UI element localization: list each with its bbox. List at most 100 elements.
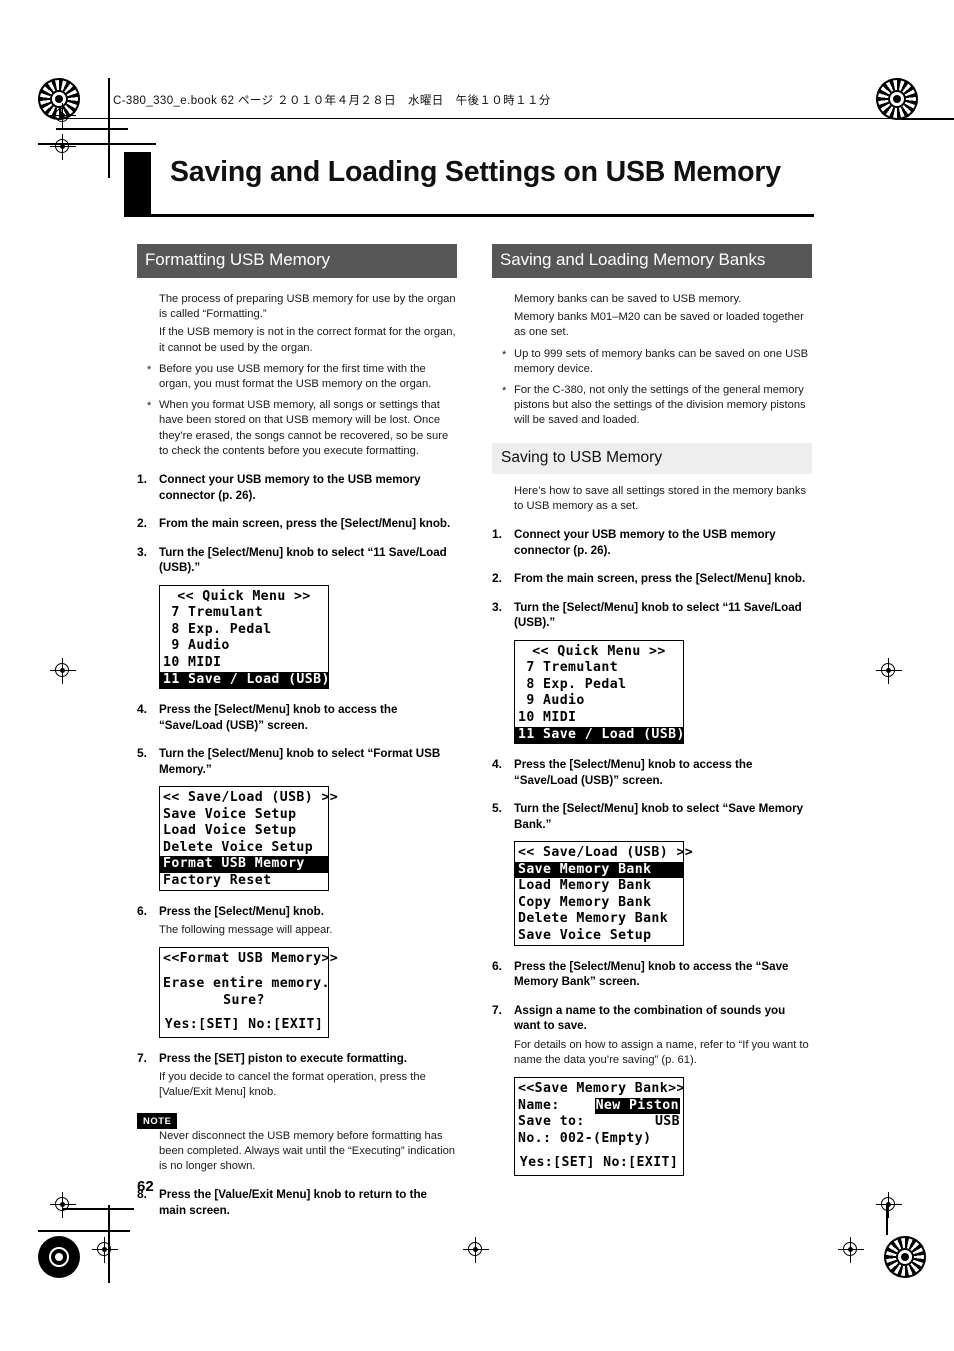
- lcd-title: << Save/Load (USB) >>: [163, 790, 339, 806]
- intro-paragraph: Memory banks M01–M20 can be saved or loa…: [514, 311, 804, 339]
- crop-mark-br-v: [886, 1205, 888, 1235]
- step-text: From the main screen, press the [Select/…: [159, 517, 451, 531]
- step-item: 2. From the main screen, press the [Sele…: [492, 571, 812, 587]
- intro-paragraph: Memory banks can be saved to USB memory.: [514, 293, 742, 305]
- lcd-field-label: Name:: [518, 1097, 560, 1113]
- intro-paragraph: The process of preparing USB memory for …: [159, 293, 456, 321]
- step-item: 5. Turn the [Select/Menu] knob to select…: [137, 746, 457, 777]
- lcd-menu-item-selected: Save Memory Bank: [515, 861, 683, 879]
- lcd-spacer: [515, 1147, 683, 1155]
- step-item: 2. From the main screen, press the [Sele…: [137, 516, 457, 532]
- step-text: Press the [Select/Menu] knob to access t…: [514, 758, 753, 787]
- lcd-menu-item: 8 Exp. Pedal: [163, 621, 272, 637]
- step-subtext: If you decide to cancel the format opera…: [159, 1071, 426, 1099]
- step-number: 7.: [492, 1002, 503, 1017]
- step-text: Connect your USB memory to the USB memor…: [514, 528, 776, 557]
- lcd-menu-item: 7 Tremulant: [163, 605, 264, 621]
- step-item: 8. Press the [Value/Exit Menu] knob to r…: [137, 1187, 457, 1218]
- step-text: Turn the [Select/Menu] knob to select “1…: [514, 600, 802, 630]
- lcd-screen-quick-menu: << Quick Menu >> 7 Tremulant 8 Exp. Peda…: [514, 639, 684, 745]
- lcd-menu-item: Delete Voice Setup: [163, 839, 314, 855]
- lcd-menu-item: Copy Memory Bank: [518, 894, 652, 910]
- lcd-title: << Quick Menu >>: [532, 643, 666, 659]
- crop-block-top-right: [900, 118, 954, 120]
- lcd-menu-item: Save Voice Setup: [163, 806, 297, 822]
- step-item: 4. Press the [Select/Menu] knob to acces…: [492, 757, 812, 788]
- lcd-menu-item: 10 MIDI: [163, 654, 222, 670]
- step-text: Press the [Select/Menu] knob to access t…: [514, 959, 789, 989]
- step-item: 7. Press the [SET] piston to execute for…: [137, 1051, 457, 1101]
- step-number: 6.: [137, 903, 148, 918]
- asterisk-icon: *: [147, 400, 152, 413]
- asterisk-note-text: When you format USB memory, all songs or…: [159, 399, 449, 457]
- step-number: 2.: [137, 516, 148, 531]
- registration-target-top-right: [876, 78, 918, 120]
- asterisk-icon: *: [502, 385, 507, 398]
- page-title: Saving and Loading Settings on USB Memor…: [170, 156, 781, 188]
- asterisk-note-text: Up to 999 sets of memory banks can be sa…: [514, 347, 809, 375]
- step-number: 4.: [137, 702, 148, 717]
- lcd-menu-item-selected: 11 Save / Load (USB): [515, 726, 684, 744]
- asterisk-note-text: For the C-380, not only the settings of …: [514, 384, 806, 427]
- lcd-menu-item: Delete Memory Bank: [518, 911, 669, 927]
- registration-cross-mid-left: [50, 658, 76, 684]
- step-number: 7.: [137, 1050, 148, 1065]
- note-text: Never disconnect the USB memory before f…: [159, 1129, 456, 1173]
- step-number: 2.: [492, 571, 503, 586]
- step-text: Connect your USB memory to the USB memor…: [159, 473, 421, 502]
- lcd-spacer: [160, 968, 328, 976]
- asterisk-note: * When you format USB memory, all songs …: [147, 398, 457, 459]
- step-text: Press the [SET] piston to execute format…: [159, 1051, 408, 1065]
- step-number: 3.: [137, 544, 148, 559]
- book-header-line: C-380_330_e.book 62 ページ ２０１０年４月２８日 水曜日 午…: [113, 95, 551, 107]
- subsection-heading-saving-to-usb: Saving to USB Memory: [492, 442, 812, 474]
- asterisk-icon: *: [147, 363, 152, 376]
- left-column: Formatting USB Memory The process of pre…: [137, 244, 457, 1218]
- lcd-title: <<Format USB Memory>>: [163, 951, 339, 967]
- lcd-prompt: Yes:[SET] No:[EXIT]: [164, 1017, 324, 1033]
- lcd-field-name: Name: New Piston: [515, 1097, 683, 1115]
- lcd-screen-save-load: << Save/Load (USB) >> Save Memory Bank L…: [514, 841, 694, 946]
- lcd-menu-item-selected: 11 Save / Load (USB): [160, 671, 329, 689]
- registration-target-bottom-left: [38, 1236, 80, 1278]
- step-text: Turn the [Select/Menu] knob to select “S…: [514, 802, 804, 831]
- lcd-field-value-selected: New Piston: [594, 1097, 680, 1115]
- note-badge: NOTE: [137, 1112, 178, 1129]
- section-heading-formatting: Formatting USB Memory: [137, 244, 457, 278]
- intro-paragraph: If the USB memory is not in the correct …: [159, 326, 456, 354]
- step-text: Turn the [Select/Menu] knob to select “1…: [159, 545, 447, 575]
- lcd-screen-quick-menu: << Quick Menu >> 7 Tremulant 8 Exp. Peda…: [159, 584, 329, 690]
- section-heading-memory-banks: Saving and Loading Memory Banks: [492, 244, 812, 278]
- step-item: 1. Connect your USB memory to the USB me…: [137, 472, 457, 503]
- step-number: 4.: [492, 757, 503, 772]
- lcd-field-saveto: Save to: USB: [515, 1114, 683, 1131]
- lcd-screen-save-load: << Save/Load (USB) >> Save Voice Setup L…: [159, 786, 339, 891]
- subsection-intro: Here’s how to save all settings stored i…: [514, 484, 807, 512]
- lcd-message-line-1: Erase entire memory.: [163, 975, 330, 991]
- step-subtext: For details on how to assign a name, ref…: [514, 1038, 809, 1066]
- step-number: 6.: [492, 958, 503, 973]
- lcd-message-line-2: Sure?: [223, 992, 265, 1008]
- step-item: 3. Turn the [Select/Menu] knob to select…: [492, 600, 812, 631]
- step-text: Press the [Select/Menu] knob to access t…: [159, 703, 398, 732]
- lcd-field-label: Save to:: [518, 1114, 585, 1130]
- lcd-prompt: Yes:[SET] No:[EXIT]: [519, 1155, 679, 1171]
- step-number: 1.: [137, 472, 148, 487]
- lcd-screen-format-confirm: <<Format USB Memory>> Erase entire memor…: [159, 947, 339, 1038]
- lcd-menu-item: Save Voice Setup: [518, 928, 652, 944]
- asterisk-note-text: Before you use USB memory for the first …: [159, 362, 432, 391]
- lcd-menu-item: 7 Tremulant: [518, 660, 619, 676]
- step-number: 3.: [492, 599, 503, 614]
- lcd-title: << Save/Load (USB) >>: [518, 845, 694, 861]
- lcd-title: <<Save Memory Bank>>: [518, 1081, 685, 1097]
- registration-cross-bottom-right-2: [838, 1237, 864, 1263]
- right-column: Saving and Loading Memory Banks Memory b…: [492, 244, 812, 1177]
- lcd-menu-item: Load Memory Bank: [518, 878, 652, 894]
- registration-cross-bottom-center: [463, 1237, 489, 1263]
- chapter-title-marker: [124, 152, 151, 214]
- lcd-spacer: [160, 1009, 328, 1017]
- registration-target-bottom-right: [884, 1236, 926, 1278]
- registration-cross-mid-right: [876, 658, 902, 684]
- lcd-menu-item: Load Voice Setup: [163, 823, 297, 839]
- step-text: Turn the [Select/Menu] knob to select “F…: [159, 747, 441, 776]
